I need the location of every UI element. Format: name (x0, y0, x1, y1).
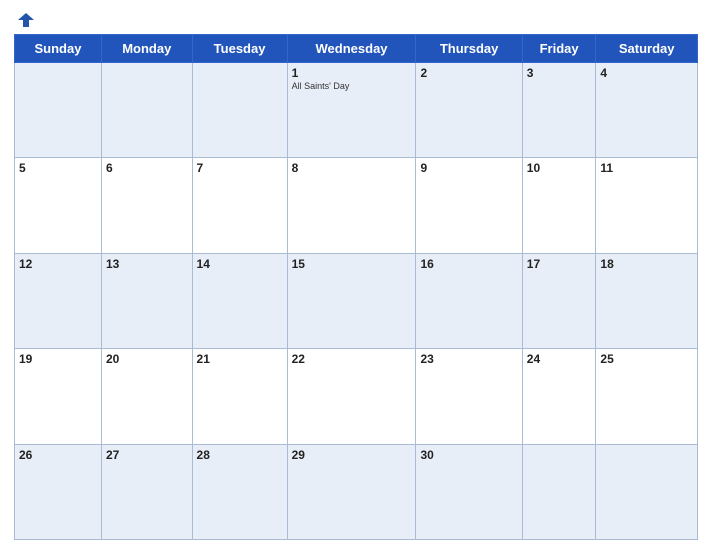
calendar-cell: 29 (287, 444, 416, 539)
logo-blue-text (16, 10, 38, 30)
calendar-cell: 26 (15, 444, 102, 539)
calendar-table: SundayMondayTuesdayWednesdayThursdayFrid… (14, 34, 698, 540)
day-number: 3 (527, 66, 592, 80)
day-number: 6 (106, 161, 188, 175)
day-number: 20 (106, 352, 188, 366)
day-number: 17 (527, 257, 592, 271)
calendar-cell: 13 (101, 253, 192, 348)
day-number: 5 (19, 161, 97, 175)
calendar-week-row: 19 20 21 22 23 24 25 (15, 349, 698, 444)
calendar-cell: 28 (192, 444, 287, 539)
logo (16, 10, 38, 30)
calendar-cell: 10 (522, 158, 596, 253)
calendar-cell: 25 (596, 349, 698, 444)
calendar-cell: 16 (416, 253, 522, 348)
day-number: 11 (600, 161, 693, 175)
event-label: All Saints' Day (292, 81, 412, 93)
day-number: 10 (527, 161, 592, 175)
calendar-cell: 7 (192, 158, 287, 253)
day-number: 15 (292, 257, 412, 271)
calendar-cell: 23 (416, 349, 522, 444)
day-number: 7 (197, 161, 283, 175)
weekday-header-wednesday: Wednesday (287, 35, 416, 63)
calendar-cell: 22 (287, 349, 416, 444)
calendar-cell: 19 (15, 349, 102, 444)
day-number: 26 (19, 448, 97, 462)
calendar-cell: 24 (522, 349, 596, 444)
calendar-cell: 18 (596, 253, 698, 348)
calendar-cell: 1All Saints' Day (287, 63, 416, 158)
weekday-header-friday: Friday (522, 35, 596, 63)
calendar-page: SundayMondayTuesdayWednesdayThursdayFrid… (0, 0, 712, 550)
calendar-week-row: 12 13 14 15 16 17 18 (15, 253, 698, 348)
weekday-header-sunday: Sunday (15, 35, 102, 63)
day-number: 23 (420, 352, 517, 366)
day-number: 2 (420, 66, 517, 80)
day-number: 4 (600, 66, 693, 80)
weekday-header-thursday: Thursday (416, 35, 522, 63)
calendar-cell: 30 (416, 444, 522, 539)
day-number: 25 (600, 352, 693, 366)
day-number: 29 (292, 448, 412, 462)
day-number: 9 (420, 161, 517, 175)
calendar-week-row: 56789 10 11 (15, 158, 698, 253)
day-number: 21 (197, 352, 283, 366)
day-number: 13 (106, 257, 188, 271)
day-number: 8 (292, 161, 412, 175)
calendar-cell: 9 (416, 158, 522, 253)
weekday-header-monday: Monday (101, 35, 192, 63)
calendar-cell (596, 444, 698, 539)
calendar-cell: 11 (596, 158, 698, 253)
day-number: 28 (197, 448, 283, 462)
calendar-cell: 4 (596, 63, 698, 158)
logo-bird-icon (16, 10, 36, 30)
calendar-week-row: 1All Saints' Day 234 (15, 63, 698, 158)
calendar-cell (101, 63, 192, 158)
calendar-cell: 3 (522, 63, 596, 158)
day-number: 1 (292, 66, 412, 80)
weekday-header-saturday: Saturday (596, 35, 698, 63)
calendar-cell (192, 63, 287, 158)
calendar-cell: 12 (15, 253, 102, 348)
day-number: 14 (197, 257, 283, 271)
calendar-cell: 8 (287, 158, 416, 253)
day-number: 12 (19, 257, 97, 271)
day-number: 22 (292, 352, 412, 366)
calendar-header (14, 10, 698, 30)
calendar-cell: 27 (101, 444, 192, 539)
weekday-header-tuesday: Tuesday (192, 35, 287, 63)
weekday-header-row: SundayMondayTuesdayWednesdayThursdayFrid… (15, 35, 698, 63)
calendar-cell: 21 (192, 349, 287, 444)
day-number: 16 (420, 257, 517, 271)
day-number: 24 (527, 352, 592, 366)
day-number: 18 (600, 257, 693, 271)
calendar-cell: 14 (192, 253, 287, 348)
calendar-cell: 20 (101, 349, 192, 444)
day-number: 19 (19, 352, 97, 366)
calendar-cell (522, 444, 596, 539)
day-number: 27 (106, 448, 188, 462)
calendar-cell: 15 (287, 253, 416, 348)
calendar-week-row: 26 27 28 29 30 (15, 444, 698, 539)
calendar-cell (15, 63, 102, 158)
calendar-cell: 2 (416, 63, 522, 158)
calendar-cell: 17 (522, 253, 596, 348)
calendar-cell: 6 (101, 158, 192, 253)
calendar-cell: 5 (15, 158, 102, 253)
day-number: 30 (420, 448, 517, 462)
